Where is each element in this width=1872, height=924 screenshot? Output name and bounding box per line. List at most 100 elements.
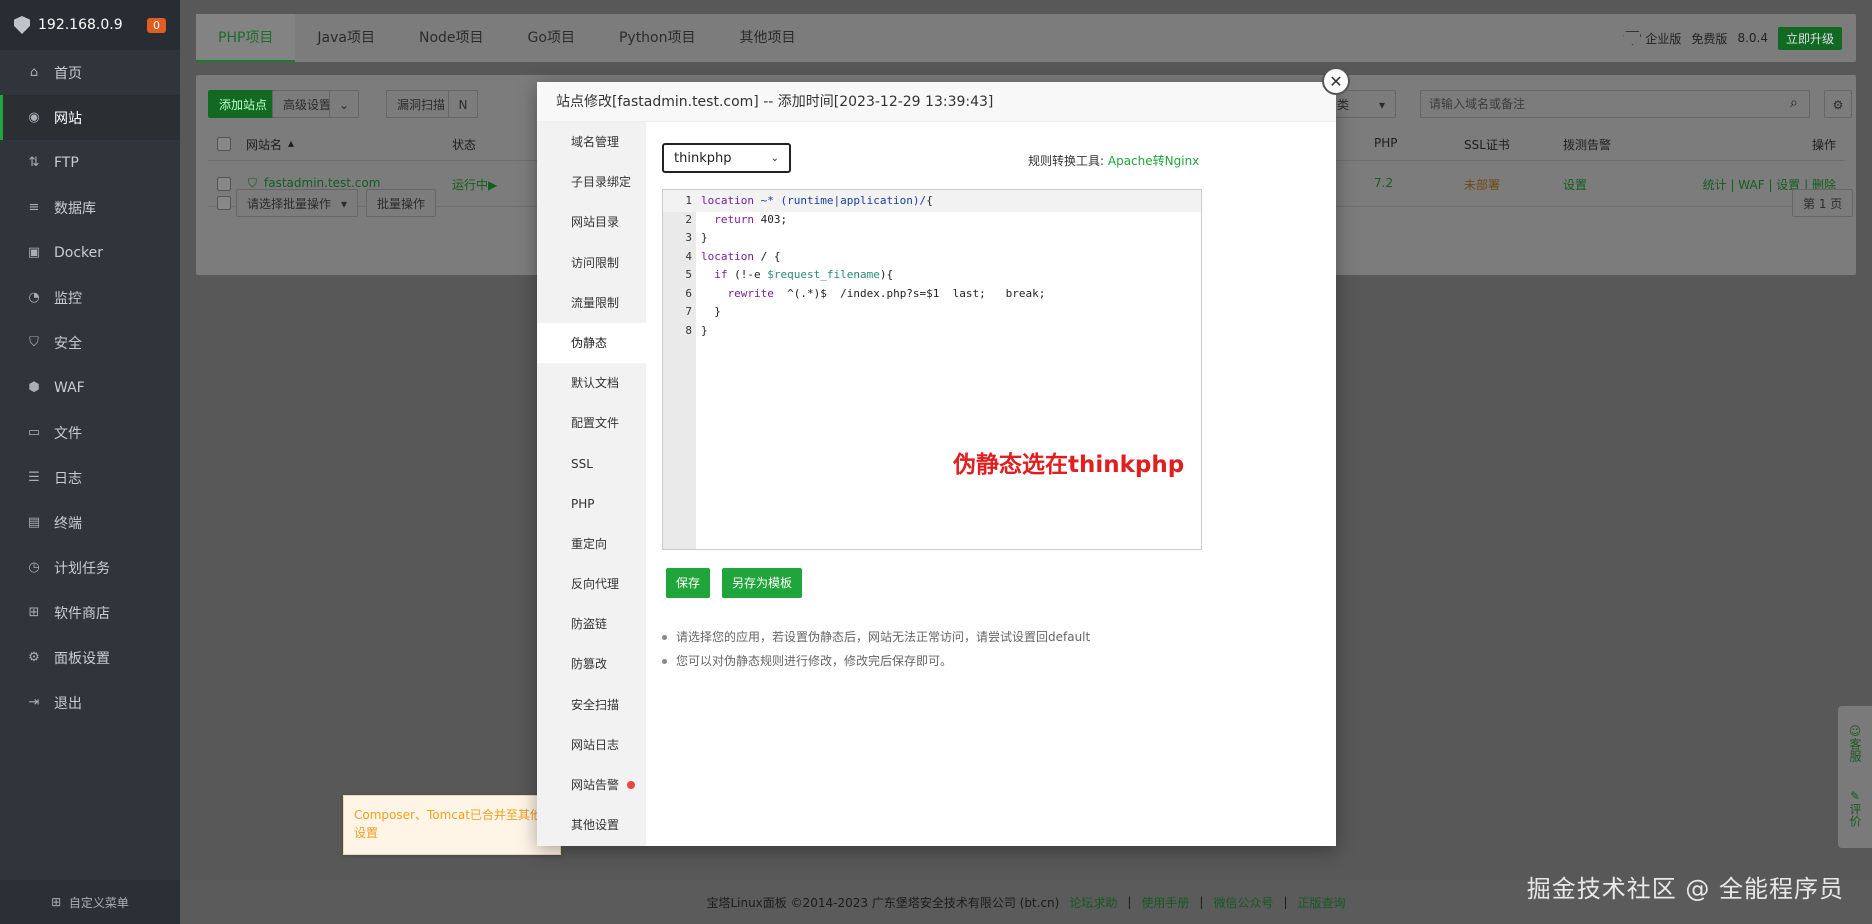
waf-icon: ⬢ [28, 380, 40, 395]
sidebar-item-12[interactable]: ⊞ 软件商店 [0, 590, 180, 635]
sidebar-item-2[interactable]: ⇅ FTP [0, 140, 180, 185]
sidebar-item-7[interactable]: ⬢ WAF [0, 365, 180, 410]
add-site-button[interactable]: 添加站点 [208, 90, 279, 118]
modal-nav-item[interactable]: 网站告警 [537, 765, 646, 805]
advanced-dropdown-chevron-icon[interactable]: ⌄ [329, 90, 359, 118]
tab-other[interactable]: 其他项目 [718, 14, 818, 62]
modal-title: 站点修改[fastadmin.test.com] -- 添加时间[2023-12… [537, 82, 1336, 122]
notification-badge[interactable]: 0 [147, 17, 166, 33]
globe-icon: ◉ [28, 110, 40, 125]
customer-service-button[interactable]: ☺ 客服 [1848, 724, 1862, 765]
tab-python[interactable]: Python项目 [597, 14, 718, 62]
merge-tooltip: Composer、Tomcat已合并至其他设置 [343, 795, 561, 855]
rewrite-code-editor[interactable]: 1 location ~* (runtime|application)/{ 2 r… [662, 189, 1202, 550]
license-link[interactable]: 正版查询 [1298, 894, 1346, 911]
tab-node[interactable]: Node项目 [397, 14, 506, 62]
close-icon[interactable]: ✕ [1322, 67, 1350, 95]
sidebar-item-label: 安全 [54, 335, 82, 352]
sidebar-item-8[interactable]: ▭ 文件 [0, 410, 180, 455]
forum-link[interactable]: 论坛求助 [1069, 894, 1117, 911]
sidebar-item-13[interactable]: ⚙ 面板设置 [0, 635, 180, 680]
sidebar-item-14[interactable]: ⇥ 退出 [0, 680, 180, 725]
modal-nav-item[interactable]: 流量限制 [537, 283, 646, 323]
col-site-name[interactable]: 网站名 [246, 136, 282, 153]
modal-nav-item[interactable]: 配置文件 [537, 403, 646, 443]
logout-icon: ⇥ [28, 695, 40, 710]
wechat-link[interactable]: 微信公众号 [1213, 894, 1273, 911]
php-version-link[interactable]: 7.2 [1374, 176, 1393, 190]
sidebar-item-6[interactable]: ⛉ 安全 [0, 320, 180, 365]
col-ssl: SSL证书 [1464, 138, 1510, 152]
modal-nav-item[interactable]: 网站目录 [537, 202, 646, 242]
batch-select[interactable]: 请选择批量操作 ▾ [236, 189, 358, 217]
sidebar: 192.168.0.9 0 ⌂ 首页 ◉ 网站 ⇅ FTP ≡ 数据库 ▣ Docker ◔ 监控 ⛉ 安… [0, 0, 180, 924]
modal-nav-item[interactable]: 访问限制 [537, 243, 646, 283]
rewrite-template-select[interactable]: thinkphp ⌄ [662, 143, 791, 173]
site-search-input[interactable]: 请输入域名或备注 [1420, 90, 1810, 118]
sidebar-item-0[interactable]: ⌂ 首页 [0, 50, 180, 95]
modal-nav-item[interactable]: 其他设置 [537, 805, 646, 845]
docker-icon: ▣ [27, 245, 41, 260]
sidebar-item-label: 首页 [54, 65, 82, 82]
modal-nav-item[interactable]: SSL [537, 444, 646, 484]
home-icon: ⌂ [29, 65, 39, 80]
modal-nav-item[interactable]: 防盗链 [537, 604, 646, 644]
col-status[interactable]: 状态 [452, 136, 476, 153]
modal-nav-item[interactable]: 反向代理 [537, 564, 646, 604]
sidebar-item-1[interactable]: ◉ 网站 [0, 95, 180, 140]
modal-nav-item[interactable]: 伪静态 [537, 322, 646, 364]
clock-icon: ◷ [28, 560, 40, 575]
batch-button[interactable]: 批量操作 [366, 189, 437, 217]
search-icon[interactable]: ⌕ [1790, 95, 1798, 111]
sidebar-item-3[interactable]: ≡ 数据库 [0, 185, 180, 230]
tab-php[interactable]: PHP项目 [196, 14, 296, 62]
sort-icon[interactable]: ▴ [288, 136, 294, 150]
modal-nav-item[interactable]: 重定向 [537, 524, 646, 564]
shield-icon: ⛉ [29, 335, 39, 350]
float-toolbar: ☺ 客服 ✎ 评价 [1838, 706, 1872, 848]
help-notes: 请选择您的应用，若设置伪静态后，网站无法正常访问，请尝试设置回default 您… [662, 625, 1090, 673]
select-all-checkbox[interactable] [217, 137, 231, 151]
settings-gear-icon[interactable]: ⚙ [1824, 90, 1852, 118]
manual-link[interactable]: 使用手册 [1141, 894, 1189, 911]
tab-java[interactable]: Java项目 [295, 14, 397, 62]
sidebar-item-11[interactable]: ◷ 计划任务 [0, 545, 180, 590]
sidebar-item-4[interactable]: ▣ Docker [0, 230, 180, 275]
save-as-template-button[interactable]: 另存为模板 [722, 568, 803, 598]
site-status[interactable]: 运行中▶ [452, 176, 497, 193]
database-icon: ≡ [28, 200, 40, 215]
modal-nav-item[interactable]: 安全扫描 [537, 685, 646, 725]
upgrade-button[interactable]: 立即升级 [1777, 26, 1842, 50]
site-name-link[interactable]: fastadmin.test.com [264, 176, 380, 190]
nginx-button[interactable]: N [448, 90, 478, 118]
modal-nav-item[interactable]: 域名管理 [537, 122, 646, 162]
enterprise-label[interactable]: 企业版 [1623, 30, 1681, 47]
ssl-status-link[interactable]: 未部署 [1464, 176, 1500, 193]
sidebar-item-5[interactable]: ◔ 监控 [0, 275, 180, 320]
site-edit-modal: 站点修改[fastadmin.test.com] -- 添加时间[2023-12… [537, 67, 1350, 846]
alert-settings-link[interactable]: 设置 [1563, 176, 1587, 193]
sidebar-item-label: FTP [54, 154, 79, 171]
logo-icon [14, 16, 30, 34]
row-checkbox[interactable] [217, 177, 231, 191]
stats-link[interactable]: 统计 [1703, 178, 1727, 192]
rate-button[interactable]: ✎ 评价 [1848, 789, 1862, 830]
modal-nav-item[interactable]: PHP [537, 484, 646, 524]
vulnerability-scan-button[interactable]: 漏洞扫描 [386, 90, 457, 118]
sidebar-item-10[interactable]: ▤ 终端 [0, 500, 180, 545]
modal-nav-item[interactable]: 网站日志 [537, 725, 646, 765]
modal-nav-item[interactable]: 默认文档 [537, 363, 646, 403]
custom-menu-button[interactable]: ⊞ 自定义菜单 [0, 880, 180, 924]
save-button[interactable]: 保存 [666, 568, 711, 598]
modal-nav-item[interactable]: 子目录绑定 [537, 162, 646, 202]
code-line: 8} [685, 323, 708, 337]
sidebar-item-9[interactable]: ☰ 日志 [0, 455, 180, 500]
tab-go[interactable]: Go项目 [506, 14, 597, 62]
batch-checkbox[interactable] [217, 196, 231, 210]
waf-link[interactable]: WAF [1738, 178, 1764, 192]
copyright: 宝塔Linux面板 ©2014-2023 广东堡塔安全技术有限公司 (bt.cn… [706, 895, 1060, 910]
col-alert: 拨测告警 [1563, 138, 1612, 152]
apache-to-nginx-link[interactable]: Apache转Nginx [1108, 154, 1199, 168]
page-indicator[interactable]: 第 1 页 [1792, 189, 1854, 217]
modal-nav-item[interactable]: 防篡改 [537, 644, 646, 684]
